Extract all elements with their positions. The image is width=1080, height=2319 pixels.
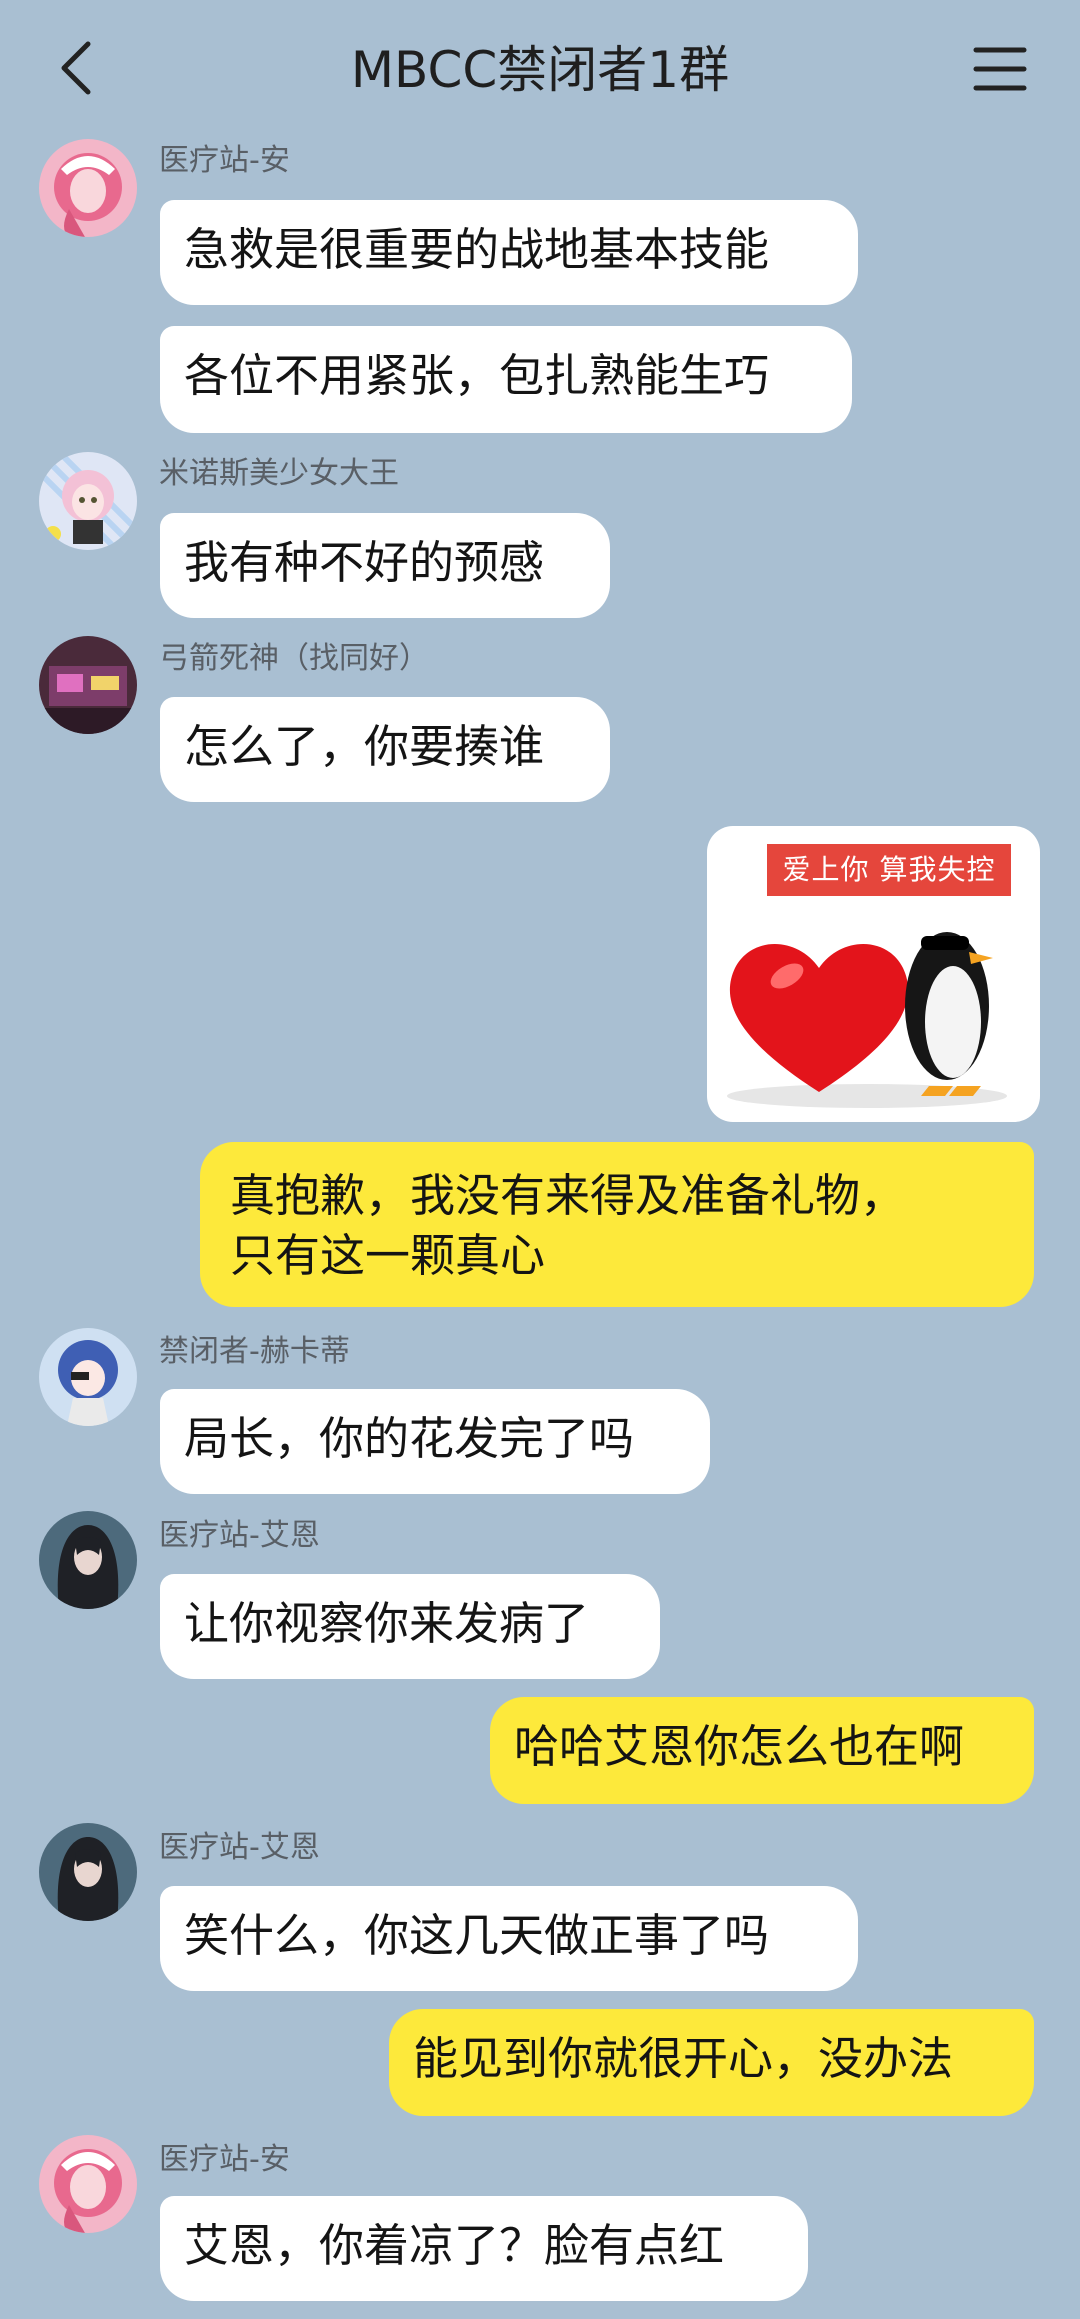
chat-title: MBCC禁闭者1群 bbox=[350, 41, 730, 99]
game-scene-avatar-icon bbox=[39, 636, 137, 734]
menu-button[interactable] bbox=[972, 44, 1028, 94]
message-bubble[interactable]: 怎么了，你要揍谁 bbox=[160, 697, 610, 802]
dark-hair-avatar-icon bbox=[39, 1823, 137, 1921]
pink-hair-avatar-icon bbox=[39, 2135, 137, 2233]
message-line: 真抱歉，我没有来得及准备礼物， bbox=[230, 1169, 906, 1222]
avatar[interactable] bbox=[39, 1328, 137, 1426]
sender-name: 医疗站-艾恩 bbox=[159, 1830, 320, 1865]
avatar[interactable] bbox=[39, 1511, 137, 1609]
sticker-message[interactable]: 爱上你 算我失控 bbox=[707, 826, 1040, 1122]
message-bubble[interactable]: 能见到你就很开心，没办法 bbox=[389, 2009, 1034, 2116]
sender-name: 医疗站-安 bbox=[159, 2142, 290, 2177]
message-bubble[interactable]: 真抱歉，我没有来得及准备礼物， 只有这一颗真心 bbox=[200, 1142, 1034, 1307]
sender-name: 医疗站-安 bbox=[159, 143, 290, 178]
sticker-caption: 爱上你 算我失控 bbox=[767, 844, 1011, 896]
heart-penguin-sticker-icon bbox=[727, 932, 1007, 1108]
message-bubble[interactable]: 艾恩，你着凉了？脸有点红 bbox=[160, 2196, 808, 2301]
sender-name: 弓箭死神（找同好） bbox=[159, 641, 429, 676]
avatar[interactable] bbox=[39, 452, 137, 550]
avatar[interactable] bbox=[39, 1823, 137, 1921]
sender-name: 米诺斯美少女大王 bbox=[159, 456, 399, 491]
pink-hair-avatar-icon bbox=[39, 139, 137, 237]
message-bubble[interactable]: 让你视察你来发病了 bbox=[160, 1574, 660, 1679]
message-bubble[interactable]: 各位不用紧张，包扎熟能生巧 bbox=[160, 326, 852, 433]
avatar[interactable] bbox=[39, 139, 137, 237]
chat-header: MBCC禁闭者1群 bbox=[0, 0, 1080, 140]
dark-hair-avatar-icon bbox=[39, 1511, 137, 1609]
message-bubble[interactable]: 局长，你的花发完了吗 bbox=[160, 1389, 710, 1494]
message-bubble[interactable]: 哈哈艾恩你怎么也在啊 bbox=[490, 1697, 1034, 1804]
blue-hair-avatar-icon bbox=[39, 1328, 137, 1426]
avatar[interactable] bbox=[39, 636, 137, 734]
avatar[interactable] bbox=[39, 2135, 137, 2233]
menu-icon bbox=[973, 47, 1027, 91]
message-bubble[interactable]: 笑什么，你这几天做正事了吗 bbox=[160, 1886, 858, 1991]
anime-girl-avatar-icon bbox=[39, 452, 137, 550]
message-bubble[interactable]: 我有种不好的预感 bbox=[160, 513, 610, 618]
message-bubble[interactable]: 急救是很重要的战地基本技能 bbox=[160, 200, 858, 305]
message-line: 只有这一颗真心 bbox=[230, 1229, 546, 1282]
sender-name: 禁闭者-赫卡蒂 bbox=[159, 1334, 350, 1369]
sender-name: 医疗站-艾恩 bbox=[159, 1518, 320, 1553]
